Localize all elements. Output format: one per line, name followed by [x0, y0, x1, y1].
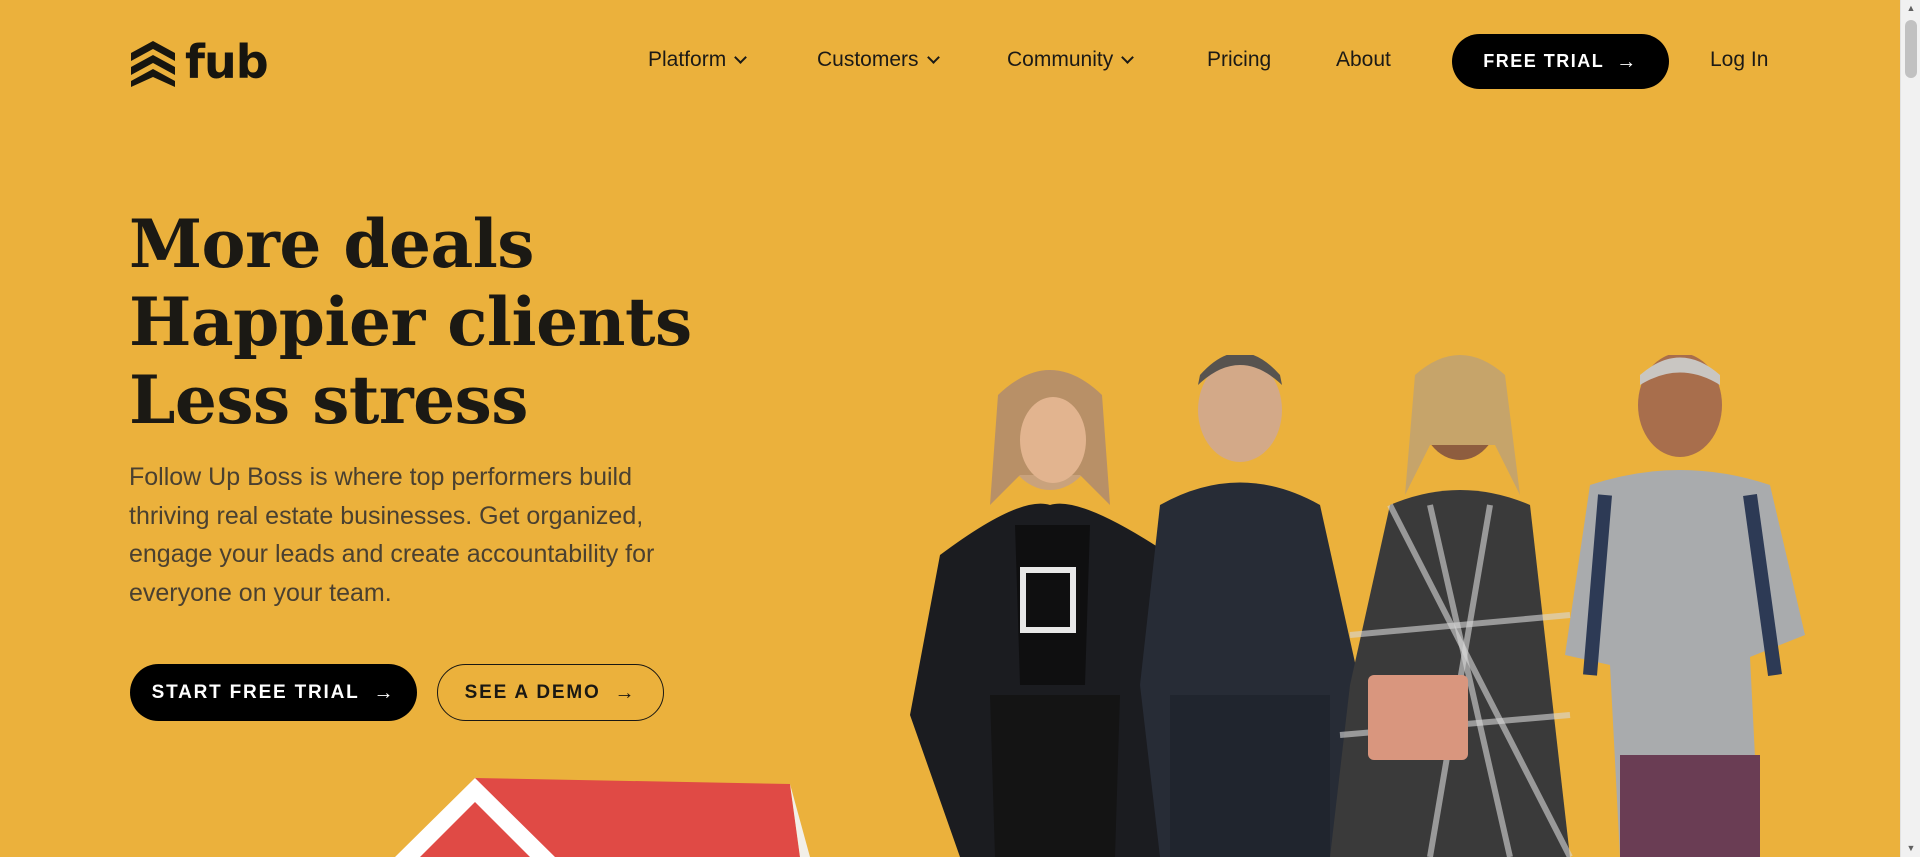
arrow-right-icon: →: [373, 681, 396, 704]
logo-wordmark: fub: [185, 35, 269, 89]
person-2: [1140, 355, 1360, 857]
login-label: Log In: [1710, 48, 1769, 71]
see-demo-label: SEE A DEMO: [464, 681, 601, 703]
chevron-down-icon: [1121, 51, 1135, 64]
hero-subcopy: Follow Up Boss is where top performers b…: [129, 463, 655, 607]
scroll-down-icon[interactable]: ▼: [1901, 840, 1920, 857]
arrow-right-icon: →: [614, 681, 637, 704]
chevron-down-icon: [926, 51, 940, 64]
nav-platform[interactable]: Platform: [648, 48, 748, 72]
person-4: [1565, 355, 1805, 857]
nav-about-label: About: [1336, 48, 1391, 71]
headline-line: Less stress: [129, 361, 528, 439]
nav-about[interactable]: About: [1336, 48, 1391, 72]
vertical-scrollbar[interactable]: ▲ ▼: [1900, 0, 1920, 857]
team-photo: [910, 355, 1805, 857]
landing-page: fub Platform Customers Community Pricing…: [0, 0, 1900, 857]
start-free-trial-label: START FREE TRIAL: [151, 681, 360, 703]
nav-customers[interactable]: Customers: [817, 48, 940, 72]
free-trial-button[interactable]: FREE TRIAL →: [1452, 34, 1669, 89]
house-illustration: [395, 778, 810, 857]
login-link[interactable]: Log In: [1710, 48, 1768, 72]
chevron-stack-logo-icon: [131, 41, 175, 87]
nav-pricing-label: Pricing: [1207, 48, 1272, 71]
hero-headline: More deals Happier clients Less stress: [129, 205, 692, 439]
scrollbar-thumb[interactable]: [1905, 20, 1917, 78]
scroll-up-icon[interactable]: ▲: [1901, 0, 1920, 17]
nav-pricing[interactable]: Pricing: [1207, 48, 1271, 72]
nav-community[interactable]: Community: [1007, 48, 1135, 72]
arrow-right-icon: →: [1616, 50, 1638, 73]
nav-community-label: Community: [1007, 48, 1114, 71]
nav-platform-label: Platform: [648, 48, 727, 71]
chevron-down-icon: [734, 51, 748, 64]
headline-line: More deals: [129, 205, 534, 283]
person-3: [1330, 355, 1573, 857]
headline-line: Happier clients: [129, 283, 692, 361]
free-trial-label: FREE TRIAL: [1483, 51, 1605, 71]
see-demo-button[interactable]: SEE A DEMO →: [437, 664, 664, 721]
start-free-trial-button[interactable]: START FREE TRIAL →: [130, 664, 417, 721]
nav-customers-label: Customers: [817, 48, 919, 71]
fub-logo[interactable]: fub: [129, 35, 269, 89]
